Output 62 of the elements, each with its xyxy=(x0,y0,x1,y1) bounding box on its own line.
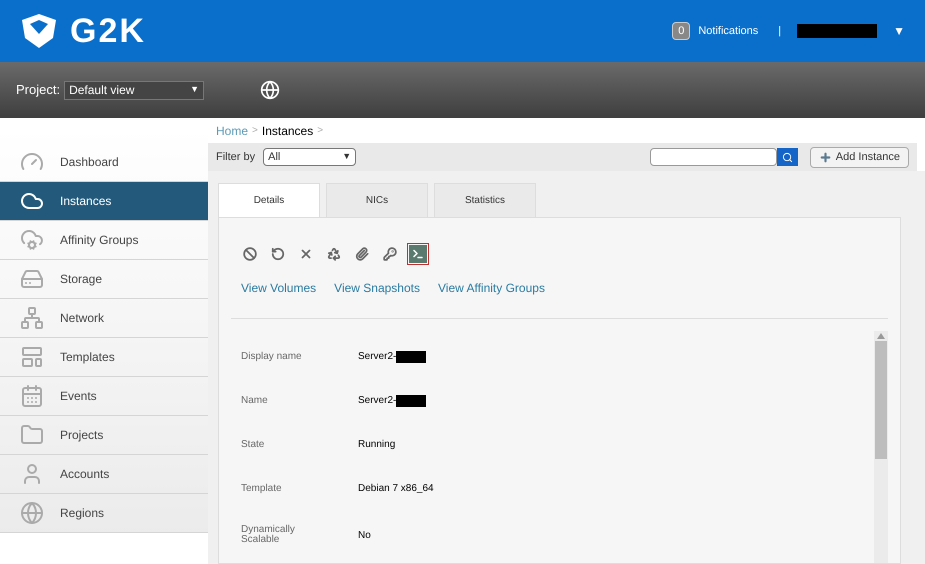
view-link[interactable]: View Snapshots xyxy=(334,279,420,297)
field-value: Server2- xyxy=(358,350,396,364)
folder-icon xyxy=(20,423,44,447)
field-value: Running xyxy=(358,438,396,452)
globe-icon xyxy=(20,501,44,525)
reboot-icon xyxy=(271,247,285,261)
field-value: Debian 7 x86_64 xyxy=(358,482,434,496)
recycle-button[interactable] xyxy=(325,245,343,263)
field-label: Template xyxy=(241,484,283,494)
key-button[interactable] xyxy=(381,245,399,263)
view-link[interactable]: View Volumes xyxy=(241,279,316,297)
field-value: Server2- xyxy=(358,394,396,408)
tab[interactable]: Details xyxy=(218,183,320,217)
sidebar-item[interactable]: Network xyxy=(0,299,208,338)
hard-drive-icon xyxy=(20,267,44,291)
reboot-button[interactable] xyxy=(269,245,287,263)
close-icon xyxy=(299,247,313,261)
tab[interactable]: NICs xyxy=(326,183,428,217)
recycle-icon xyxy=(327,247,341,261)
separator: | xyxy=(778,24,782,39)
field-label: State xyxy=(241,440,266,450)
sidebar-item[interactable]: Instances xyxy=(0,182,208,221)
paperclip-icon xyxy=(355,247,369,261)
add-instance-button[interactable]: Add Instance xyxy=(810,146,909,168)
breadcrumb-current: Instances xyxy=(262,122,314,140)
calendar-icon xyxy=(20,384,44,408)
sidebar-item[interactable]: Regions xyxy=(0,494,208,533)
filter-label: Filter by xyxy=(216,150,256,165)
logo-icon xyxy=(20,12,58,50)
tab[interactable]: Statistics xyxy=(434,183,536,217)
breadcrumb-separator: > xyxy=(252,124,258,138)
project-select[interactable]: Default view ▼ xyxy=(64,80,204,100)
logo-text: G2K xyxy=(70,14,146,48)
terminal-icon xyxy=(412,248,424,260)
paperclip-button[interactable] xyxy=(353,245,371,263)
field-label: Display name xyxy=(241,352,303,362)
notifications-link[interactable]: Notifications xyxy=(698,22,758,40)
field-label: Name xyxy=(241,396,269,406)
key-icon xyxy=(383,247,397,261)
network-icon xyxy=(20,306,44,330)
template-icon xyxy=(20,345,44,369)
field-label: Dynamically Scalable xyxy=(241,525,296,545)
sidebar-item[interactable]: Events xyxy=(0,377,208,416)
terminal-button[interactable] xyxy=(409,245,427,263)
notification-count[interactable]: 0 xyxy=(672,22,690,40)
scroll-thumb[interactable] xyxy=(875,341,887,459)
sidebar-item[interactable]: Templates xyxy=(0,338,208,377)
search-field[interactable] xyxy=(650,148,777,166)
plus-icon xyxy=(818,150,832,164)
stop-icon xyxy=(243,247,257,261)
filter-select[interactable]: All ▼ xyxy=(263,148,356,166)
field-value: No xyxy=(358,528,371,542)
search-icon xyxy=(782,152,793,162)
cloud-icon xyxy=(20,228,44,252)
project-label: Project: xyxy=(16,81,60,100)
search-button[interactable] xyxy=(776,148,798,166)
globe-icon[interactable] xyxy=(260,80,280,100)
view-link[interactable]: View Affinity Groups xyxy=(438,279,545,297)
sidebar-item[interactable]: Storage xyxy=(0,260,208,299)
caret-icon[interactable]: ▼ xyxy=(893,22,905,40)
breadcrumb-separator: > xyxy=(317,124,324,138)
stop-button[interactable] xyxy=(241,245,259,263)
